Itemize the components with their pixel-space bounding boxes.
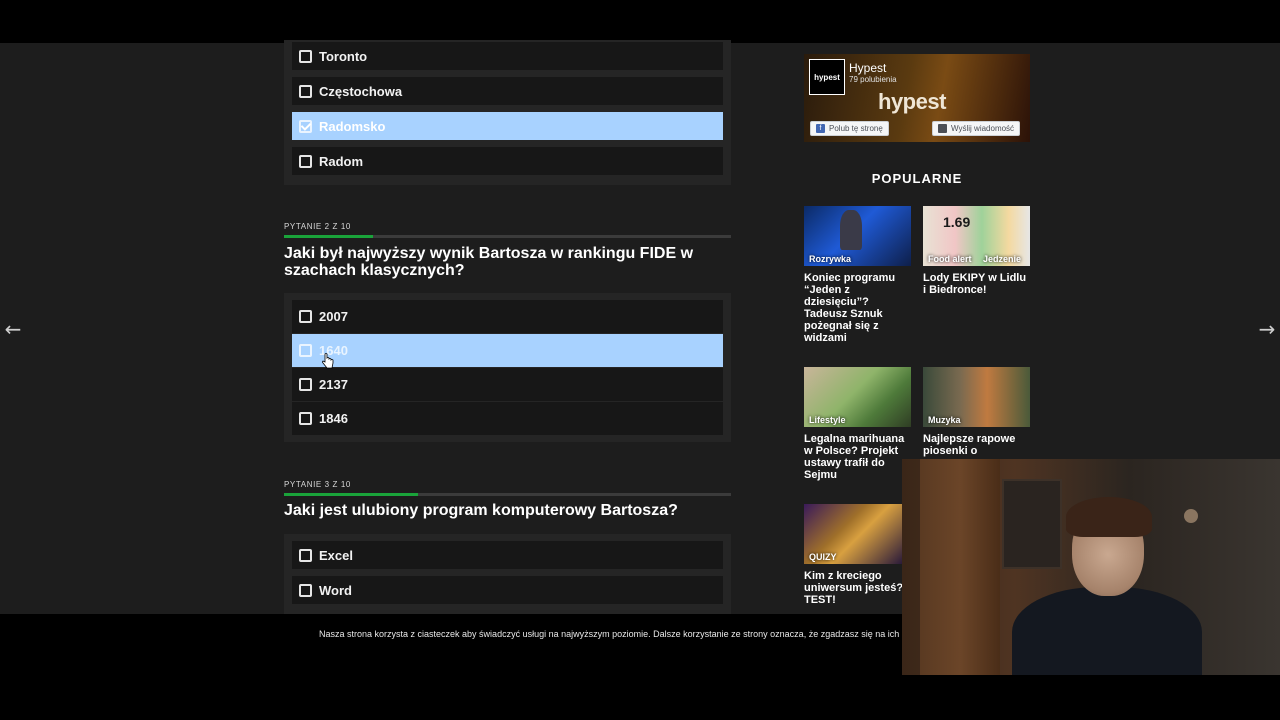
card-tag[interactable]: Food alert: [928, 254, 972, 264]
q1-answer-list: Toronto Częstochowa Radomsko Radom: [284, 40, 731, 185]
popular-card[interactable]: QUIZY Kim z kreciego uniwersum jesteś? T…: [804, 504, 911, 606]
question-progress-bar: [284, 235, 731, 238]
page-logo[interactable]: hypest: [809, 59, 845, 95]
checkbox-icon[interactable]: [299, 344, 312, 357]
card-tag[interactable]: Lifestyle: [809, 415, 846, 425]
checkbox-icon[interactable]: [299, 84, 312, 98]
popular-card[interactable]: Rozrywka Koniec programu “Jeden z dziesi…: [804, 206, 911, 344]
checkbox-icon[interactable]: [299, 378, 312, 391]
like-page-label: Polub tę stronę: [829, 124, 883, 133]
top-bar: [0, 0, 1280, 43]
webcam-bookshelf: [1002, 479, 1062, 569]
hand-cursor-icon: [322, 353, 334, 369]
checkbox-icon[interactable]: [299, 310, 312, 323]
send-message-label: Wyślij wiadomość: [951, 124, 1015, 133]
like-page-button[interactable]: f Polub tę stronę: [810, 121, 889, 136]
popular-card[interactable]: Muzyka Najlepsze rapowe piosenki o: [923, 367, 1030, 457]
card-thumbnail[interactable]: QUIZY: [804, 504, 902, 564]
answer-label: Częstochowa: [319, 83, 403, 99]
card-thumbnail[interactable]: Rozrywka: [804, 206, 911, 266]
popular-heading: POPULARNE: [871, 171, 963, 186]
card-tag[interactable]: Rozrywka: [809, 254, 851, 264]
q1-answer-radom[interactable]: Radom: [292, 147, 723, 175]
webcam-person-body: [1012, 587, 1202, 675]
webcam-overlay: [902, 459, 1280, 675]
card-tag-secondary[interactable]: Jedzenie: [983, 254, 1021, 264]
arrow-right-icon[interactable]: →: [1256, 318, 1278, 340]
checkbox-icon[interactable]: [299, 154, 312, 168]
question-progress-fill: [284, 235, 374, 238]
price-sticker-icon: 1.69: [943, 214, 971, 230]
webcam-lamp: [1184, 509, 1198, 523]
send-message-button[interactable]: Wyślij wiadomość: [932, 121, 1021, 136]
card-title[interactable]: Legalna marihuana w Polsce? Projekt usta…: [804, 433, 911, 481]
answer-label: 1846: [319, 411, 348, 426]
q3-answer-excel[interactable]: Excel: [292, 541, 723, 569]
page-likes: 79 polubienia: [849, 75, 897, 84]
page-name[interactable]: Hypest: [849, 61, 886, 75]
card-thumbnail[interactable]: Muzyka: [923, 367, 1030, 427]
thumbnail-figure: [840, 210, 862, 250]
answer-label: 2007: [319, 309, 348, 324]
webcam-person-hair: [1066, 497, 1152, 537]
q2-answer-1640[interactable]: 1640: [292, 334, 723, 367]
facebook-page-widget[interactable]: hypest Hypest 79 polubienia hypest f Pol…: [804, 54, 1030, 142]
answer-label: Radomsko: [319, 118, 386, 134]
checkbox-icon[interactable]: [299, 412, 312, 425]
q2-answer-list: 2007 1640 2137 1846: [284, 293, 731, 442]
checkbox-checked-icon[interactable]: [299, 119, 312, 133]
card-title[interactable]: Lody EKIPY w Lidlu i Biedronce!: [923, 272, 1030, 296]
checkbox-icon[interactable]: [299, 583, 312, 597]
card-thumbnail[interactable]: Lifestyle: [804, 367, 911, 427]
facebook-icon: f: [816, 124, 825, 133]
card-title[interactable]: Kim z kreciego uniwersum jesteś? TEST!: [804, 570, 911, 606]
webcam-cabinet: [920, 459, 1000, 675]
q2-answer-1846[interactable]: 1846: [292, 402, 723, 435]
question-counter: PYTANIE 2 Z 10: [284, 222, 351, 231]
q2-answer-2007[interactable]: 2007: [292, 300, 723, 333]
q2-answer-2137[interactable]: 2137: [292, 368, 723, 401]
message-icon: [938, 124, 947, 133]
card-tag[interactable]: QUIZY: [809, 552, 837, 562]
card-title[interactable]: Najlepsze rapowe piosenki o: [923, 433, 1030, 457]
question-title: Jaki był najwyższy wynik Bartosza w rank…: [284, 245, 694, 279]
arrow-left-icon[interactable]: ←: [2, 318, 24, 340]
cookie-notice: Nasza strona korzysta z ciasteczek aby ś…: [319, 629, 916, 639]
answer-label: Radom: [319, 153, 364, 169]
answer-label: 2137: [319, 377, 348, 392]
q3-answer-word[interactable]: Word: [292, 576, 723, 604]
popular-card[interactable]: 1.69 Food alert Jedzenie Lody EKIPY w Li…: [923, 206, 1030, 296]
question-progress-fill: [284, 493, 419, 496]
card-tag[interactable]: Muzyka: [928, 415, 961, 425]
q1-answer-radomsko[interactable]: Radomsko: [292, 112, 723, 140]
answer-label: Word: [319, 582, 352, 598]
card-title[interactable]: Koniec programu “Jeden z dziesięciu”? Ta…: [804, 272, 911, 344]
popular-card[interactable]: Lifestyle Legalna marihuana w Polsce? Pr…: [804, 367, 911, 481]
card-thumbnail[interactable]: 1.69 Food alert Jedzenie: [923, 206, 1030, 266]
answer-label: Toronto: [319, 48, 368, 64]
q1-answer-toronto[interactable]: Toronto: [292, 42, 723, 70]
question-progress-bar: [284, 493, 731, 496]
checkbox-icon[interactable]: [299, 548, 312, 562]
question-counter: PYTANIE 3 Z 10: [284, 480, 351, 489]
answer-label: Excel: [319, 547, 353, 563]
question-title: Jaki jest ulubiony program komputerowy B…: [284, 502, 678, 519]
checkbox-icon[interactable]: [299, 49, 312, 63]
q3-answer-list: Excel Word: [284, 534, 731, 614]
cover-brand-text: hypest: [878, 89, 946, 114]
q1-answer-czestochowa[interactable]: Częstochowa: [292, 77, 723, 105]
